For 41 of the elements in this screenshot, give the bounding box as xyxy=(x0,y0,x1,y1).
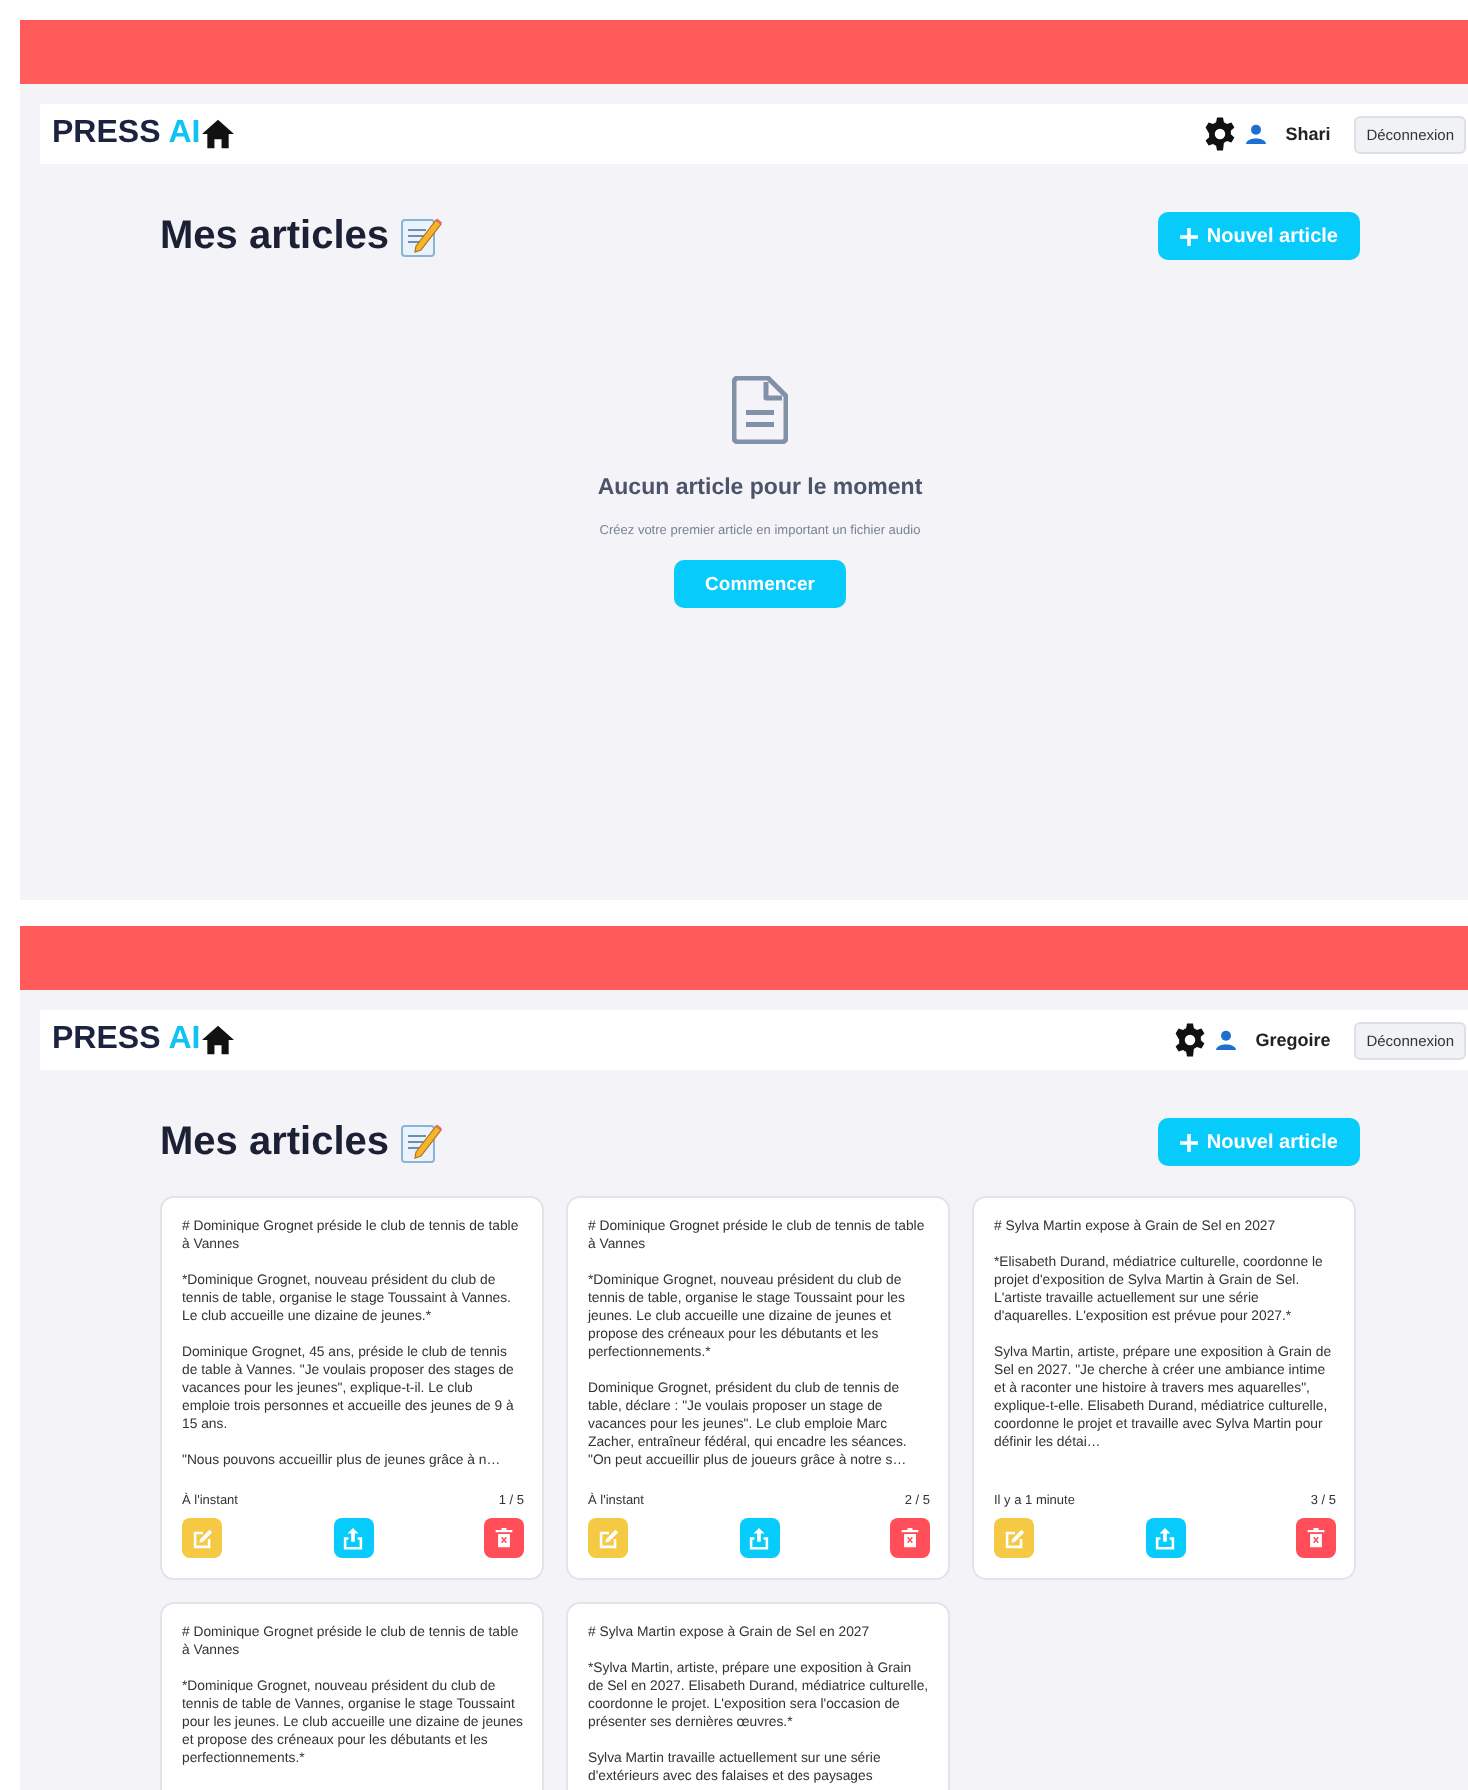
home-icon xyxy=(200,118,237,150)
delete-button[interactable] xyxy=(484,1518,524,1558)
new-article-button[interactable]: Nouvel article xyxy=(1158,1118,1360,1166)
share-icon xyxy=(1154,1527,1176,1549)
share-icon xyxy=(748,1527,770,1549)
user-name: Shari xyxy=(1285,124,1331,144)
edit-icon xyxy=(1003,1527,1025,1549)
settings-icon[interactable] xyxy=(1201,116,1238,152)
plus-icon xyxy=(1180,227,1199,245)
start-button[interactable]: Commencer xyxy=(674,560,846,608)
trash-icon xyxy=(1306,1528,1326,1548)
share-button[interactable] xyxy=(333,1518,373,1558)
user-name: Gregoire xyxy=(1255,1030,1331,1050)
logo-text: PRESS xyxy=(52,1022,161,1058)
delete-button[interactable] xyxy=(1296,1518,1336,1558)
home-icon xyxy=(200,1024,237,1056)
empty-state-title: Aucun article pour le moment xyxy=(597,476,923,500)
article-card[interactable] xyxy=(566,1196,950,1580)
share-icon xyxy=(342,1527,364,1549)
user-icon xyxy=(1215,1030,1236,1050)
plus-icon xyxy=(1180,1133,1199,1151)
article-card[interactable] xyxy=(972,1196,1356,1580)
logo-accent-text: AI xyxy=(168,1022,201,1058)
document-icon xyxy=(732,376,788,444)
user-icon xyxy=(1245,124,1266,144)
article-card[interactable] xyxy=(160,1196,544,1580)
memo-icon xyxy=(397,214,442,258)
trash-icon xyxy=(494,1528,514,1548)
new-article-button[interactable]: Nouvel article xyxy=(1158,212,1360,260)
page-title: Mes articles xyxy=(160,213,390,259)
share-button[interactable] xyxy=(739,1518,779,1558)
edit-icon xyxy=(191,1527,213,1549)
logo-accent-text: AI xyxy=(168,116,201,152)
trash-icon xyxy=(900,1528,920,1548)
logo-text: PRESS xyxy=(52,116,161,152)
share-button[interactable] xyxy=(1145,1518,1185,1558)
memo-icon xyxy=(397,1120,442,1164)
delete-button[interactable] xyxy=(890,1518,930,1558)
edit-icon xyxy=(597,1527,619,1549)
page-title: Mes articles xyxy=(160,1119,390,1165)
settings-icon[interactable] xyxy=(1171,1022,1208,1058)
